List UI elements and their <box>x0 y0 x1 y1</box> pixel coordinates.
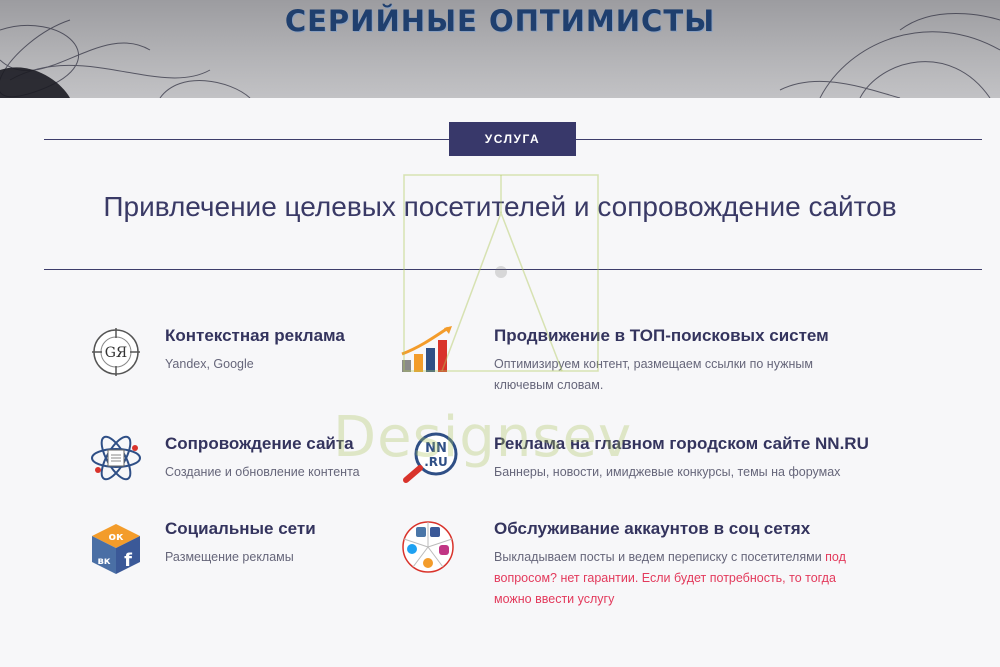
service-title: Контекстная реклама <box>165 326 345 345</box>
service-title: Реклама на главном городском сайте NN.RU <box>494 434 869 453</box>
ru-letters: .RU <box>424 455 448 469</box>
ok-letters: ок <box>108 530 124 543</box>
fb-letter: f <box>124 550 132 571</box>
divider-bottom <box>44 269 982 270</box>
service-desc: Yandex, Google <box>165 357 254 371</box>
context-ads-icon: GЯ <box>90 326 142 378</box>
hero-title: СЕРИЙНЫЕ ОПТИМИСТЫ <box>284 4 716 38</box>
vk-letters: вк <box>97 556 110 567</box>
service-desc: Создание и обновление контента <box>165 465 360 479</box>
social-cube-icon: ок вк f <box>90 522 142 574</box>
gya-letters: GЯ <box>105 345 128 361</box>
service-desc: Размещение рекламы <box>165 550 294 564</box>
site-support-icon <box>90 432 142 484</box>
services-card: УСЛУГА Привлечение целевых посетителей и… <box>0 98 1000 667</box>
service-title: Социальные сети <box>165 519 316 538</box>
section-badge: УСЛУГА <box>449 122 576 156</box>
nn-ru-icon: NN .RU <box>400 432 460 488</box>
service-desc-plain: Выкладываем посты и ведем переписку с по… <box>494 550 826 564</box>
nn-letters: NN <box>425 441 447 456</box>
service-desc: Баннеры, новости, имиджевые конкурсы, те… <box>494 465 841 479</box>
social-accounts-icon <box>400 519 456 575</box>
service-desc: Выкладываем посты и ведем переписку с по… <box>494 547 874 610</box>
service-title: Сопровождение сайта <box>165 434 354 453</box>
growth-chart-icon <box>400 326 460 378</box>
service-title: Обслуживание аккаунтов в соц сетях <box>494 519 811 538</box>
service-title: Продвижение в ТОП-поисковых систем <box>494 326 829 345</box>
section-headline: Привлечение целевых посетителей и сопров… <box>103 191 897 222</box>
hero-banner: СЕРИЙНЫЕ ОПТИМИСТЫ <box>0 0 1000 98</box>
service-desc: Оптимизируем контент, размещаем ссылки п… <box>494 357 813 392</box>
